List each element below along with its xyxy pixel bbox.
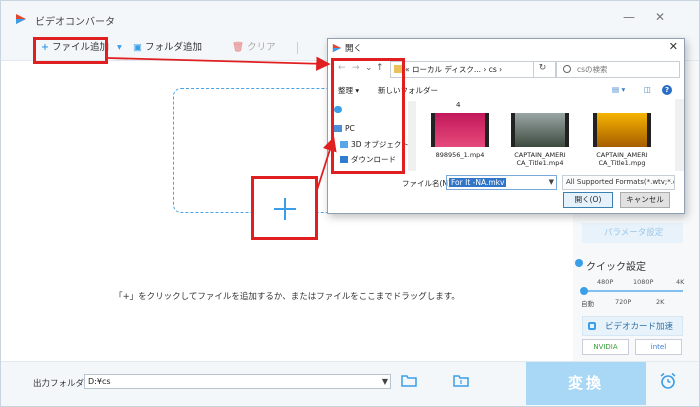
search-input[interactable]: csの検索 <box>556 61 680 78</box>
file-name: 898956_1.mp4 <box>435 151 485 159</box>
refresh-icon[interactable]: ↻ <box>533 61 551 78</box>
trash-icon: 🗑 <box>232 42 245 53</box>
res-720p[interactable]: 720P <box>615 298 631 306</box>
quick-settings-icon <box>575 259 583 267</box>
search-placeholder: csの検索 <box>577 65 608 74</box>
toolbar-divider <box>297 42 298 54</box>
intel-badge: intel <box>635 339 682 355</box>
file-type-select[interactable]: All Supported Formats(*.wtv;*.c <box>562 175 675 190</box>
filename-input[interactable]: For It -NA.mkv ▼ <box>446 175 557 190</box>
dialog-title: 開く <box>345 44 363 54</box>
file-item[interactable]: 898956_1.mp4 <box>428 113 492 159</box>
clear-button[interactable]: 🗑 クリア <box>232 39 276 57</box>
add-folder-label: フォルダ追加 <box>144 42 202 53</box>
plus-icon-v <box>284 198 286 220</box>
nav-scrollbar[interactable] <box>408 101 416 171</box>
add-folder-button[interactable]: ▣ フォルダ追加 <box>133 39 202 57</box>
res-480p[interactable]: 480P <box>597 278 613 286</box>
nvidia-badge: NVIDIA <box>582 339 629 355</box>
app-logo-icon <box>332 43 342 53</box>
filename-value: For It -NA.mkv <box>449 178 507 187</box>
open-button[interactable]: 開く(O) <box>563 192 613 208</box>
video-thumbnail <box>511 113 569 147</box>
gpu-checkbox-icon <box>588 322 596 330</box>
close-button[interactable]: ✕ <box>652 9 668 25</box>
minimize-button[interactable]: — <box>621 9 637 25</box>
app-title: ビデオコンバータ <box>35 17 115 28</box>
chevron-down-icon[interactable]: ▼ <box>382 375 388 388</box>
search-icon <box>563 65 571 73</box>
quality-slider[interactable] <box>582 290 683 292</box>
convert-button[interactable]: 変換 <box>526 362 646 405</box>
res-4k[interactable]: 4K <box>676 278 684 286</box>
alarm-clock-icon[interactable] <box>659 372 677 390</box>
title-bar: ビデオコンバータ — ✕ <box>1 1 699 35</box>
dialog-title-bar: 開く ✕ <box>328 39 684 57</box>
add-file-dropdown-icon[interactable]: ▾ <box>117 39 122 57</box>
video-thumbnail <box>431 113 489 147</box>
preview-pane-icon[interactable]: ◫ <box>644 85 651 94</box>
quick-settings-label: クイック設定 <box>586 262 646 273</box>
res-2k[interactable]: 2K <box>656 298 664 306</box>
res-auto[interactable]: 自動 <box>581 298 594 308</box>
item-count: 4 <box>456 101 461 109</box>
video-thumbnail <box>593 113 651 147</box>
cancel-button[interactable]: キャンセル <box>620 192 670 208</box>
open-folder-icon[interactable] <box>401 374 417 387</box>
file-name: CAPTAIN_AMERI CA_Title1.mpg <box>596 151 648 167</box>
path-text: « ローカル ディスク... › cs › <box>405 65 503 74</box>
quality-slider-knob[interactable] <box>580 287 588 295</box>
output-folder-field[interactable]: D:¥cs ▼ <box>84 374 391 389</box>
file-list-scrollbar[interactable] <box>675 99 684 171</box>
gpu-acceleration-button[interactable]: ビデオカード加速 <box>582 316 683 336</box>
add-file-plus-button[interactable] <box>251 176 318 240</box>
output-folder-value: D:¥cs <box>88 377 111 386</box>
dialog-annotation <box>331 58 405 174</box>
view-icon[interactable]: ▤ ▾ <box>612 85 625 94</box>
clear-label: クリア <box>247 42 276 53</box>
help-icon[interactable]: ? <box>662 85 672 95</box>
chevron-down-icon[interactable]: ▼ <box>549 176 554 189</box>
dialog-close-icon[interactable]: ✕ <box>669 40 678 53</box>
parameter-settings-button[interactable]: パラメータ設定 <box>582 223 683 243</box>
drop-hint: 「+」をクリックしてファイルを追加するか、またはファイルをここまでドラッグします… <box>114 292 460 302</box>
file-item[interactable]: CAPTAIN_AMERI CA_Title1.mpg <box>590 113 654 167</box>
add-file-annotation <box>33 37 108 64</box>
file-item[interactable]: CAPTAIN_AMERI CA_Title1.mp4 <box>508 113 572 167</box>
folder-icon: ▣ <box>133 42 142 53</box>
path-bar[interactable]: « ローカル ディスク... › cs › <box>390 61 556 78</box>
app-logo-icon <box>16 14 26 24</box>
file-name: CAPTAIN_AMERI CA_Title1.mp4 <box>514 151 566 167</box>
browse-folder-icon[interactable] <box>453 374 469 387</box>
file-list: 4 898956_1.mp4 CAPTAIN_AMERI CA_Title1.m… <box>418 99 674 173</box>
res-1080p[interactable]: 1080P <box>633 278 653 286</box>
